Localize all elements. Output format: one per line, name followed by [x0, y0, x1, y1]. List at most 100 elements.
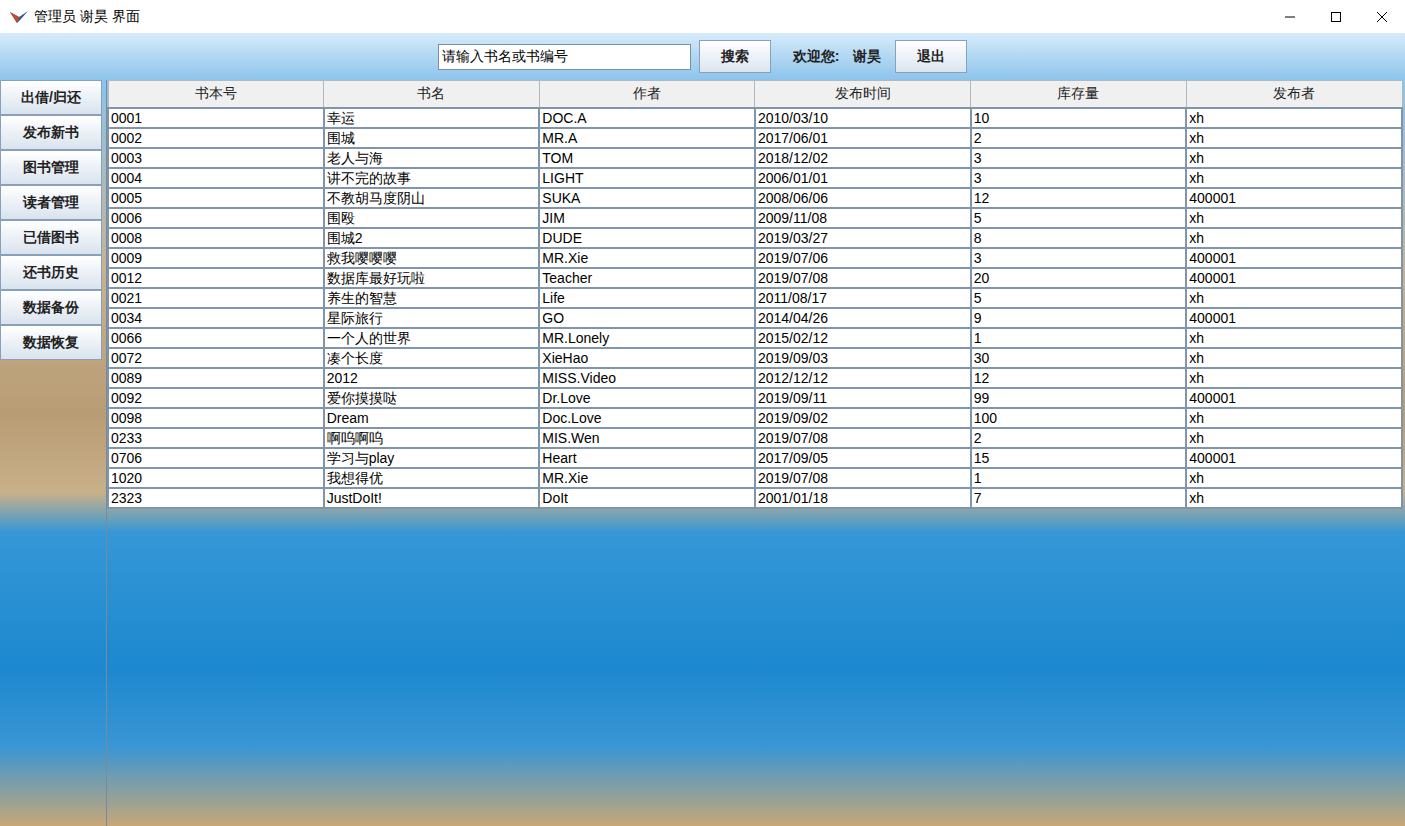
table-cell[interactable]: 0092: [108, 388, 324, 408]
table-cell[interactable]: 2019/09/03: [755, 348, 971, 368]
sidebar-item[interactable]: 数据恢复: [0, 325, 102, 360]
sidebar-item[interactable]: 图书管理: [0, 150, 102, 185]
table-cell[interactable]: 1020: [108, 468, 324, 488]
table-cell[interactable]: 0004: [108, 168, 324, 188]
table-cell[interactable]: 10: [971, 108, 1187, 128]
table-cell[interactable]: 12: [971, 368, 1187, 388]
minimize-icon[interactable]: [1267, 0, 1313, 33]
table-row[interactable]: 0021养生的智慧Life2011/08/175xh: [108, 288, 1402, 308]
table-cell[interactable]: 0002: [108, 128, 324, 148]
table-cell[interactable]: 7: [971, 488, 1187, 508]
close-icon[interactable]: [1359, 0, 1405, 33]
table-cell[interactable]: 0006: [108, 208, 324, 228]
search-button[interactable]: 搜索: [699, 40, 771, 73]
table-row[interactable]: 0092爱你摸摸哒Dr.Love2019/09/1199400001: [108, 388, 1402, 408]
table-cell[interactable]: 啊呜啊呜: [324, 428, 540, 448]
table-cell[interactable]: 100: [971, 408, 1187, 428]
table-cell[interactable]: 400001: [1186, 388, 1402, 408]
table-cell[interactable]: 2008/06/06: [755, 188, 971, 208]
table-row[interactable]: 0009救我嘤嘤嘤MR.Xie2019/07/063400001: [108, 248, 1402, 268]
table-cell[interactable]: xh: [1186, 128, 1402, 148]
table-cell[interactable]: 2: [971, 128, 1187, 148]
table-cell[interactable]: 2009/11/08: [755, 208, 971, 228]
table-cell[interactable]: 2012: [324, 368, 540, 388]
table-cell[interactable]: 一个人的世界: [324, 328, 540, 348]
table-cell[interactable]: 0072: [108, 348, 324, 368]
table-row[interactable]: 0003老人与海TOM2018/12/023xh: [108, 148, 1402, 168]
table-cell[interactable]: 2019/07/08: [755, 268, 971, 288]
table-cell[interactable]: 围城: [324, 128, 540, 148]
table-cell[interactable]: Dream: [324, 408, 540, 428]
table-cell[interactable]: DUDE: [539, 228, 755, 248]
column-header[interactable]: 发布者: [1186, 81, 1402, 108]
table-cell[interactable]: 2012/12/12: [755, 368, 971, 388]
table-cell[interactable]: 0098: [108, 408, 324, 428]
table-cell[interactable]: 2018/12/02: [755, 148, 971, 168]
column-header[interactable]: 书名: [324, 81, 540, 108]
table-cell[interactable]: xh: [1186, 228, 1402, 248]
table-cell[interactable]: 围殴: [324, 208, 540, 228]
table-cell[interactable]: xh: [1186, 348, 1402, 368]
table-row[interactable]: 2323JustDoIt!DoIt2001/01/187xh: [108, 488, 1402, 508]
table-cell[interactable]: 8: [971, 228, 1187, 248]
table-cell[interactable]: 2019/07/08: [755, 428, 971, 448]
table-row[interactable]: 0072凑个长度XieHao2019/09/0330xh: [108, 348, 1402, 368]
table-cell[interactable]: 2015/02/12: [755, 328, 971, 348]
table-cell[interactable]: 2: [971, 428, 1187, 448]
table-cell[interactable]: 1: [971, 468, 1187, 488]
table-cell[interactable]: 400001: [1186, 268, 1402, 288]
table-cell[interactable]: 2019/07/08: [755, 468, 971, 488]
table-row[interactable]: 0001幸运DOC.A2010/03/1010xh: [108, 108, 1402, 128]
table-cell[interactable]: 凑个长度: [324, 348, 540, 368]
table-cell[interactable]: 12: [971, 188, 1187, 208]
table-cell[interactable]: MR.Xie: [539, 468, 755, 488]
logout-button[interactable]: 退出: [895, 40, 967, 73]
table-cell[interactable]: TOM: [539, 148, 755, 168]
sidebar-item[interactable]: 还书历史: [0, 255, 102, 290]
table-cell[interactable]: Heart: [539, 448, 755, 468]
table-cell[interactable]: 3: [971, 248, 1187, 268]
table-row[interactable]: 0066一个人的世界MR.Lonely2015/02/121xh: [108, 328, 1402, 348]
table-cell[interactable]: xh: [1186, 208, 1402, 228]
table-cell[interactable]: 15: [971, 448, 1187, 468]
table-cell[interactable]: 0003: [108, 148, 324, 168]
table-cell[interactable]: 20: [971, 268, 1187, 288]
table-cell[interactable]: 400001: [1186, 448, 1402, 468]
maximize-icon[interactable]: [1313, 0, 1359, 33]
table-cell[interactable]: xh: [1186, 288, 1402, 308]
table-cell[interactable]: 0021: [108, 288, 324, 308]
table-cell[interactable]: 爱你摸摸哒: [324, 388, 540, 408]
table-cell[interactable]: 数据库最好玩啦: [324, 268, 540, 288]
table-cell[interactable]: 400001: [1186, 308, 1402, 328]
sidebar-item[interactable]: 发布新书: [0, 115, 102, 150]
table-cell[interactable]: 2323: [108, 488, 324, 508]
table-cell[interactable]: JustDoIt!: [324, 488, 540, 508]
table-cell[interactable]: Teacher: [539, 268, 755, 288]
table-cell[interactable]: xh: [1186, 328, 1402, 348]
table-row[interactable]: 0012数据库最好玩啦Teacher2019/07/0820400001: [108, 268, 1402, 288]
sidebar-item[interactable]: 读者管理: [0, 185, 102, 220]
table-row[interactable]: 0098DreamDoc.Love2019/09/02100xh: [108, 408, 1402, 428]
column-header[interactable]: 发布时间: [755, 81, 971, 108]
table-cell[interactable]: xh: [1186, 468, 1402, 488]
table-cell[interactable]: 0001: [108, 108, 324, 128]
table-cell[interactable]: GO: [539, 308, 755, 328]
table-row[interactable]: 0034星际旅行GO2014/04/269400001: [108, 308, 1402, 328]
table-row[interactable]: 0004讲不完的故事LIGHT2006/01/013xh: [108, 168, 1402, 188]
search-field[interactable]: [438, 44, 691, 70]
table-cell[interactable]: DOC.A: [539, 108, 755, 128]
table-cell[interactable]: 0233: [108, 428, 324, 448]
table-cell[interactable]: 2019/07/06: [755, 248, 971, 268]
table-cell[interactable]: 0706: [108, 448, 324, 468]
table-cell[interactable]: 讲不完的故事: [324, 168, 540, 188]
table-cell[interactable]: Dr.Love: [539, 388, 755, 408]
table-cell[interactable]: 400001: [1186, 248, 1402, 268]
table-row[interactable]: 0006围殴JIM2009/11/085xh: [108, 208, 1402, 228]
table-row[interactable]: 00892012MISS.Video2012/12/1212xh: [108, 368, 1402, 388]
table-cell[interactable]: 养生的智慧: [324, 288, 540, 308]
sidebar-item[interactable]: 已借图书: [0, 220, 102, 255]
table-row[interactable]: 0233啊呜啊呜MIS.Wen2019/07/082xh: [108, 428, 1402, 448]
table-cell[interactable]: 9: [971, 308, 1187, 328]
table-cell[interactable]: 不教胡马度阴山: [324, 188, 540, 208]
table-cell[interactable]: MR.A: [539, 128, 755, 148]
